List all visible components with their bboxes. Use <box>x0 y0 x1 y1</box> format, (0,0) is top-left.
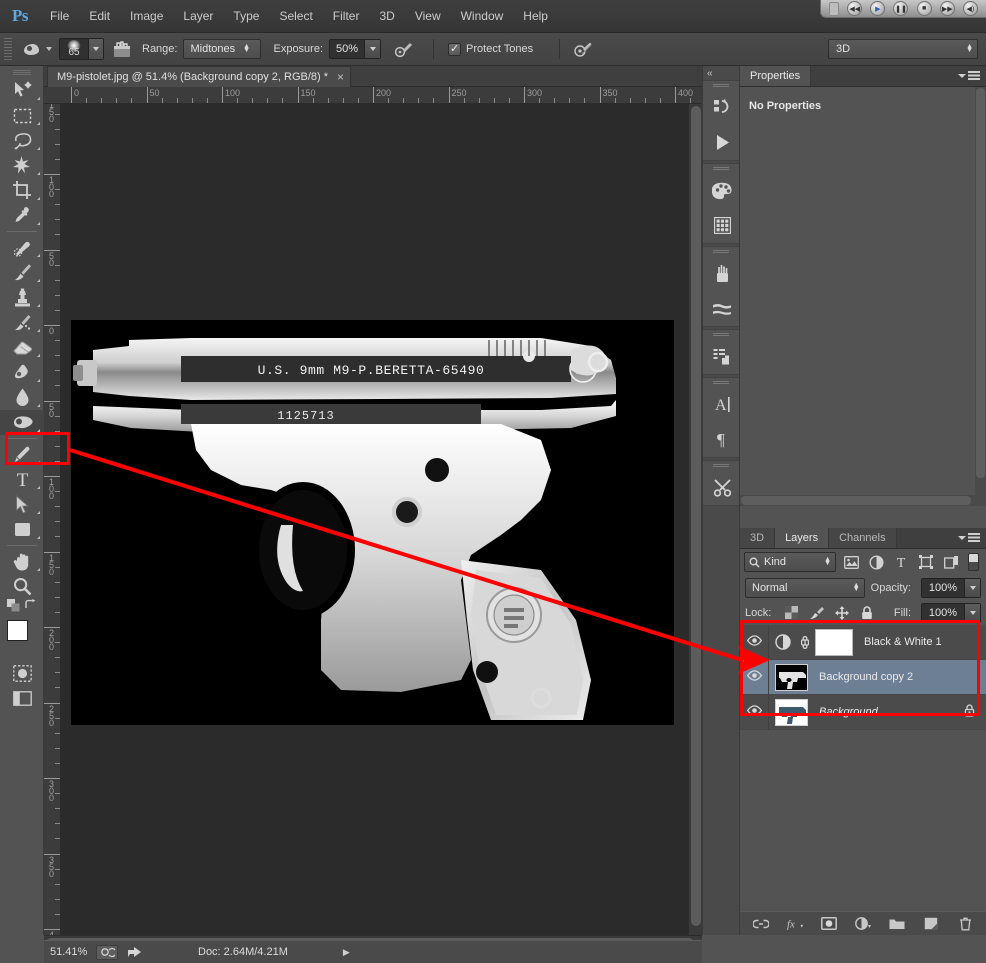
brush-size-value: 65 <box>68 47 80 58</box>
red-arrow-connector <box>69 448 770 674</box>
photoshop-window: Ps File Edit Image Layer Type Select Filter 3D V… <box>0 0 986 963</box>
